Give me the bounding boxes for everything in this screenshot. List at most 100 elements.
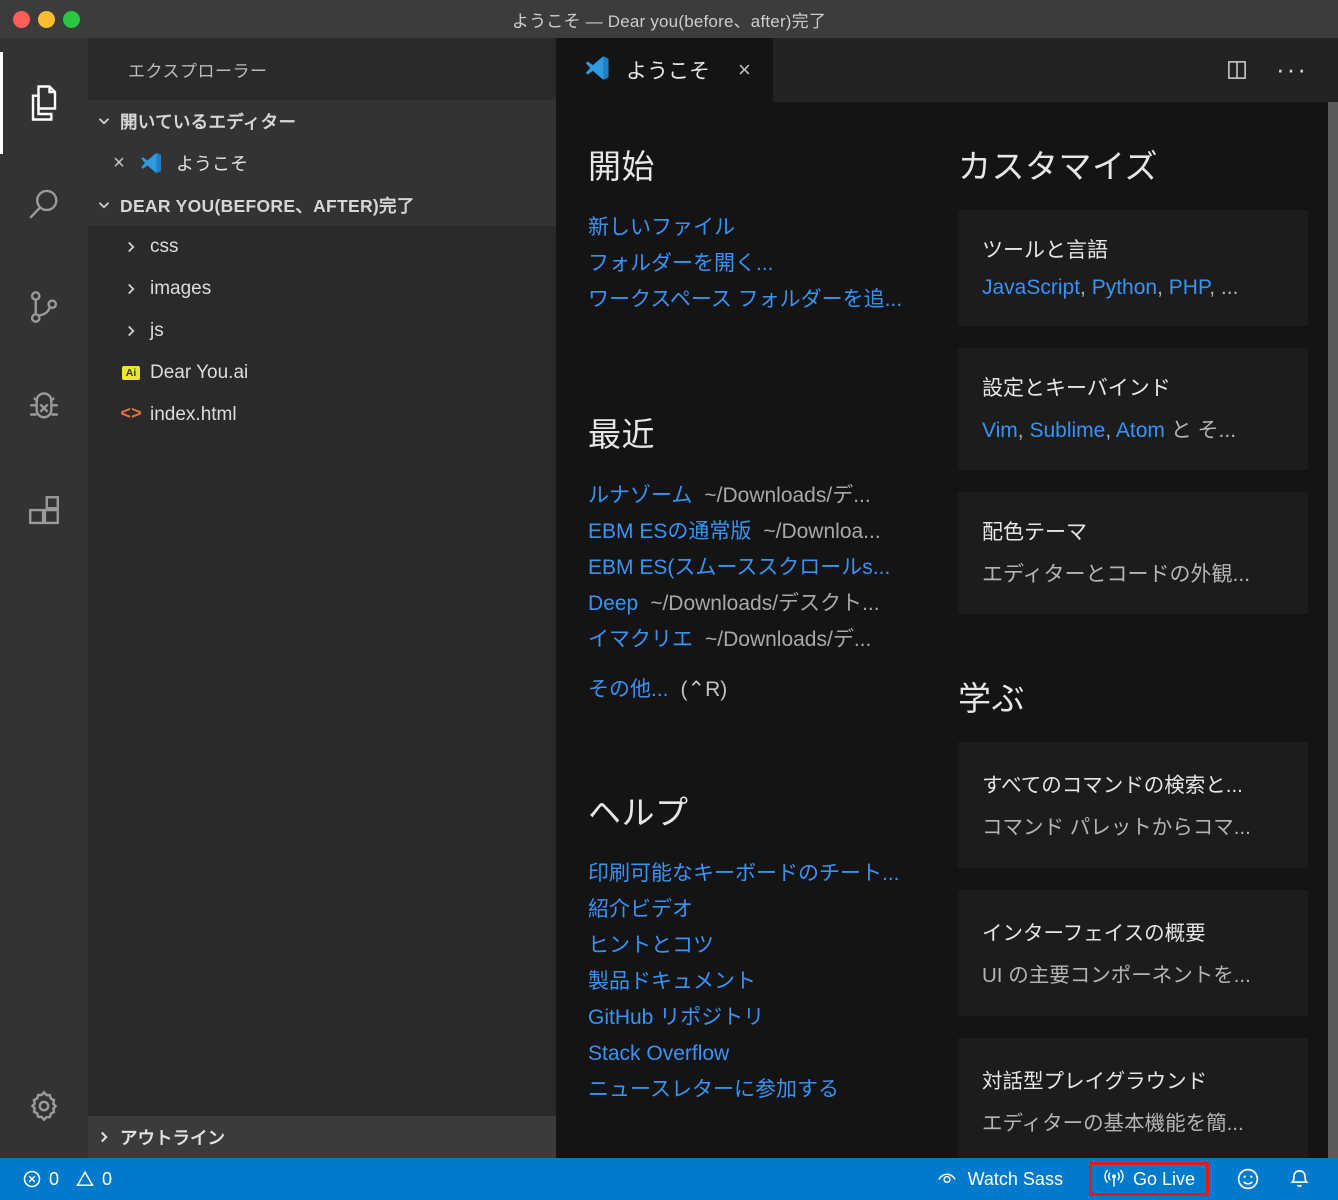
recent-item-path: ~/Downloa... bbox=[763, 520, 881, 543]
activity-item-search[interactable] bbox=[0, 154, 88, 256]
tree-item-label: images bbox=[150, 278, 212, 299]
recent-item-path: ~/Downloads/デ... bbox=[705, 628, 872, 651]
open-editor-label: ようこそ bbox=[176, 154, 248, 174]
link-sublime[interactable]: Sublime bbox=[1029, 419, 1105, 442]
smiley-icon[interactable] bbox=[1235, 1166, 1261, 1192]
close-icon[interactable]: × bbox=[738, 57, 751, 83]
recent-item-name: イマクリエ bbox=[588, 628, 693, 651]
tree-item-dear-you-ai[interactable]: Ai Dear You.ai bbox=[88, 352, 556, 394]
recent-item-name: ルナゾーム bbox=[588, 484, 693, 507]
split-editor-icon[interactable] bbox=[1224, 57, 1250, 83]
link-javascript[interactable]: JavaScript bbox=[982, 276, 1080, 299]
help-heading: ヘルプ bbox=[588, 794, 689, 831]
window-body: エクスプローラー 開いているエディター × ようこそ DEAR YOU(BEFO… bbox=[0, 38, 1338, 1158]
open-editor-item[interactable]: × ようこそ bbox=[88, 142, 556, 184]
activity-item-extensions[interactable] bbox=[0, 460, 88, 562]
recent-item[interactable]: イマクリエ ~/Downloads/デ... bbox=[588, 622, 946, 658]
recent-more-label: その他... bbox=[588, 678, 669, 701]
tree-item-index-html[interactable]: <> index.html bbox=[88, 394, 556, 436]
card-title: 配色テーマ bbox=[982, 521, 1087, 544]
recent-item[interactable]: EBM ESの通常版 ~/Downloa... bbox=[588, 514, 946, 550]
outline-label: アウトライン bbox=[120, 1127, 225, 1148]
recent-heading: 最近 bbox=[588, 416, 655, 453]
start-link-open-folder[interactable]: フォルダーを開く... bbox=[588, 246, 946, 282]
tree-item-label: js bbox=[150, 320, 164, 341]
status-go-live[interactable]: Go Live bbox=[1088, 1162, 1209, 1196]
go-live-label: Go Live bbox=[1132, 1168, 1195, 1189]
welcome-column-gap bbox=[946, 140, 958, 1158]
start-link-new-file[interactable]: 新しいファイル bbox=[588, 210, 946, 246]
help-link-github-repository[interactable]: GitHub リポジトリ bbox=[588, 1000, 946, 1036]
status-problems[interactable]: 0 0 bbox=[22, 1169, 112, 1190]
help-link-stack-overflow[interactable]: Stack Overflow bbox=[588, 1036, 946, 1072]
link-vim[interactable]: Vim bbox=[982, 419, 1018, 442]
link-atom[interactable]: Atom bbox=[1116, 419, 1165, 442]
recent-item[interactable]: ルナゾーム ~/Downloads/デ... bbox=[588, 478, 946, 514]
watch-sass-label: Watch Sass bbox=[967, 1168, 1063, 1189]
tree-item-css[interactable]: css bbox=[88, 226, 556, 268]
close-icon[interactable]: × bbox=[104, 152, 134, 175]
recent-item-path: ~/Downloads/デ... bbox=[704, 484, 871, 507]
learn-card-find-and-run-all-commands[interactable]: すべてのコマンドの検索と... コマンド パレットからコマ... bbox=[958, 742, 1308, 868]
help-link-tips-and-tricks[interactable]: ヒントとコツ bbox=[588, 928, 946, 964]
sidebar: エクスプローラー 開いているエディター × ようこそ DEAR YOU(BEFO… bbox=[88, 38, 556, 1158]
help-link-intro-videos[interactable]: 紹介ビデオ bbox=[588, 892, 946, 928]
help-link-join-newsletter[interactable]: ニュースレターに参加する bbox=[588, 1072, 946, 1108]
chevron-right-icon bbox=[114, 280, 148, 298]
card-title: 設定とキーバインド bbox=[982, 377, 1171, 400]
ai-file-icon: Ai bbox=[114, 365, 148, 381]
link-python[interactable]: Python bbox=[1092, 276, 1157, 299]
card-title: インターフェイスの概要 bbox=[982, 922, 1206, 945]
start-link-add-workspace-folder[interactable]: ワークスペース フォルダーを追... bbox=[588, 282, 946, 318]
editor-scrollbar[interactable] bbox=[1328, 102, 1338, 1158]
link-php[interactable]: PHP bbox=[1169, 276, 1209, 299]
card-subtitle: JavaScript, Python, PHP, ... bbox=[982, 276, 1239, 299]
tree-item-label: Dear You.ai bbox=[150, 362, 249, 383]
tree-item-js[interactable]: js bbox=[88, 310, 556, 352]
activity-item-explorer[interactable] bbox=[0, 52, 88, 154]
vscode-icon bbox=[582, 53, 612, 88]
source-control-icon bbox=[22, 285, 66, 329]
tab-label: ようこそ bbox=[626, 60, 710, 83]
customize-card-tools-and-languages[interactable]: ツールと言語 JavaScript, Python, PHP, ... bbox=[958, 210, 1308, 326]
customize-card-settings-and-keybindings[interactable]: 設定とキーバインド Vim, Sublime, Atom と そ... bbox=[958, 348, 1308, 470]
activity-bar bbox=[0, 38, 88, 1158]
close-button[interactable] bbox=[13, 10, 30, 28]
start-heading: 開始 bbox=[588, 148, 655, 185]
card-subtitle: Vim, Sublime, Atom と そ... bbox=[982, 419, 1237, 442]
welcome-page: 開始 新しいファイル フォルダーを開く... ワークスペース フォルダーを追..… bbox=[556, 102, 1338, 1158]
bell-icon[interactable] bbox=[1287, 1167, 1312, 1192]
warning-count: 0 bbox=[102, 1168, 113, 1189]
customize-card-color-theme[interactable]: 配色テーマ エディターとコードの外観... bbox=[958, 492, 1308, 614]
minimize-button[interactable] bbox=[38, 10, 55, 28]
recent-item[interactable]: EBM ES(スムーススクロールs... bbox=[588, 550, 946, 586]
card-subtitle: エディターとコードの外観... bbox=[982, 563, 1251, 586]
activity-item-manage[interactable] bbox=[0, 1058, 88, 1158]
card-title: 対話型プレイグラウンド bbox=[982, 1070, 1208, 1093]
tree-item-images[interactable]: images bbox=[88, 268, 556, 310]
open-editors-header[interactable]: 開いているエディター bbox=[88, 100, 556, 142]
learn-card-interactive-playground[interactable]: 対話型プレイグラウンド エディターの基本機能を簡... bbox=[958, 1038, 1308, 1158]
recent-item-name: Deep bbox=[588, 592, 639, 615]
ellipsis-icon[interactable]: ··· bbox=[1276, 57, 1308, 82]
recent-more-link[interactable]: その他... (⌃R) bbox=[588, 672, 946, 708]
chevron-down-icon bbox=[88, 112, 120, 130]
tab-welcome[interactable]: ようこそ × bbox=[556, 38, 773, 102]
files-icon bbox=[22, 81, 66, 125]
activity-item-source-control[interactable] bbox=[0, 256, 88, 358]
learn-card-interface-overview[interactable]: インターフェイスの概要 UI の主要コンポーネントを... bbox=[958, 890, 1308, 1016]
status-watch-sass[interactable]: Watch Sass bbox=[936, 1168, 1063, 1190]
help-link-keyboard-cheatsheet[interactable]: 印刷可能なキーボードのチート... bbox=[588, 856, 946, 892]
card-subtitle: UI の主要コンポーネントを... bbox=[982, 964, 1251, 987]
outline-section-header[interactable]: アウトライン bbox=[88, 1116, 556, 1158]
maximize-button[interactable] bbox=[63, 10, 80, 28]
workspace-folder-header[interactable]: DEAR YOU(BEFORE、AFTER)完了 bbox=[88, 184, 556, 226]
help-link-product-documentation[interactable]: 製品ドキュメント bbox=[588, 964, 946, 1000]
html-file-icon: <> bbox=[114, 405, 148, 425]
activity-item-run-and-debug[interactable] bbox=[0, 358, 88, 460]
gear-icon bbox=[23, 1085, 65, 1132]
recent-item[interactable]: Deep ~/Downloads/デスクト... bbox=[588, 586, 946, 622]
status-bar-right: Watch Sass Go Live bbox=[936, 1162, 1338, 1196]
open-editors-section: 開いているエディター × ようこそ DEAR YOU(BEFORE、AFTER)… bbox=[88, 100, 556, 226]
editor-area: ようこそ × ··· 開始 新しいファイル フォルダーを開く... ワークスペー… bbox=[556, 38, 1338, 1158]
